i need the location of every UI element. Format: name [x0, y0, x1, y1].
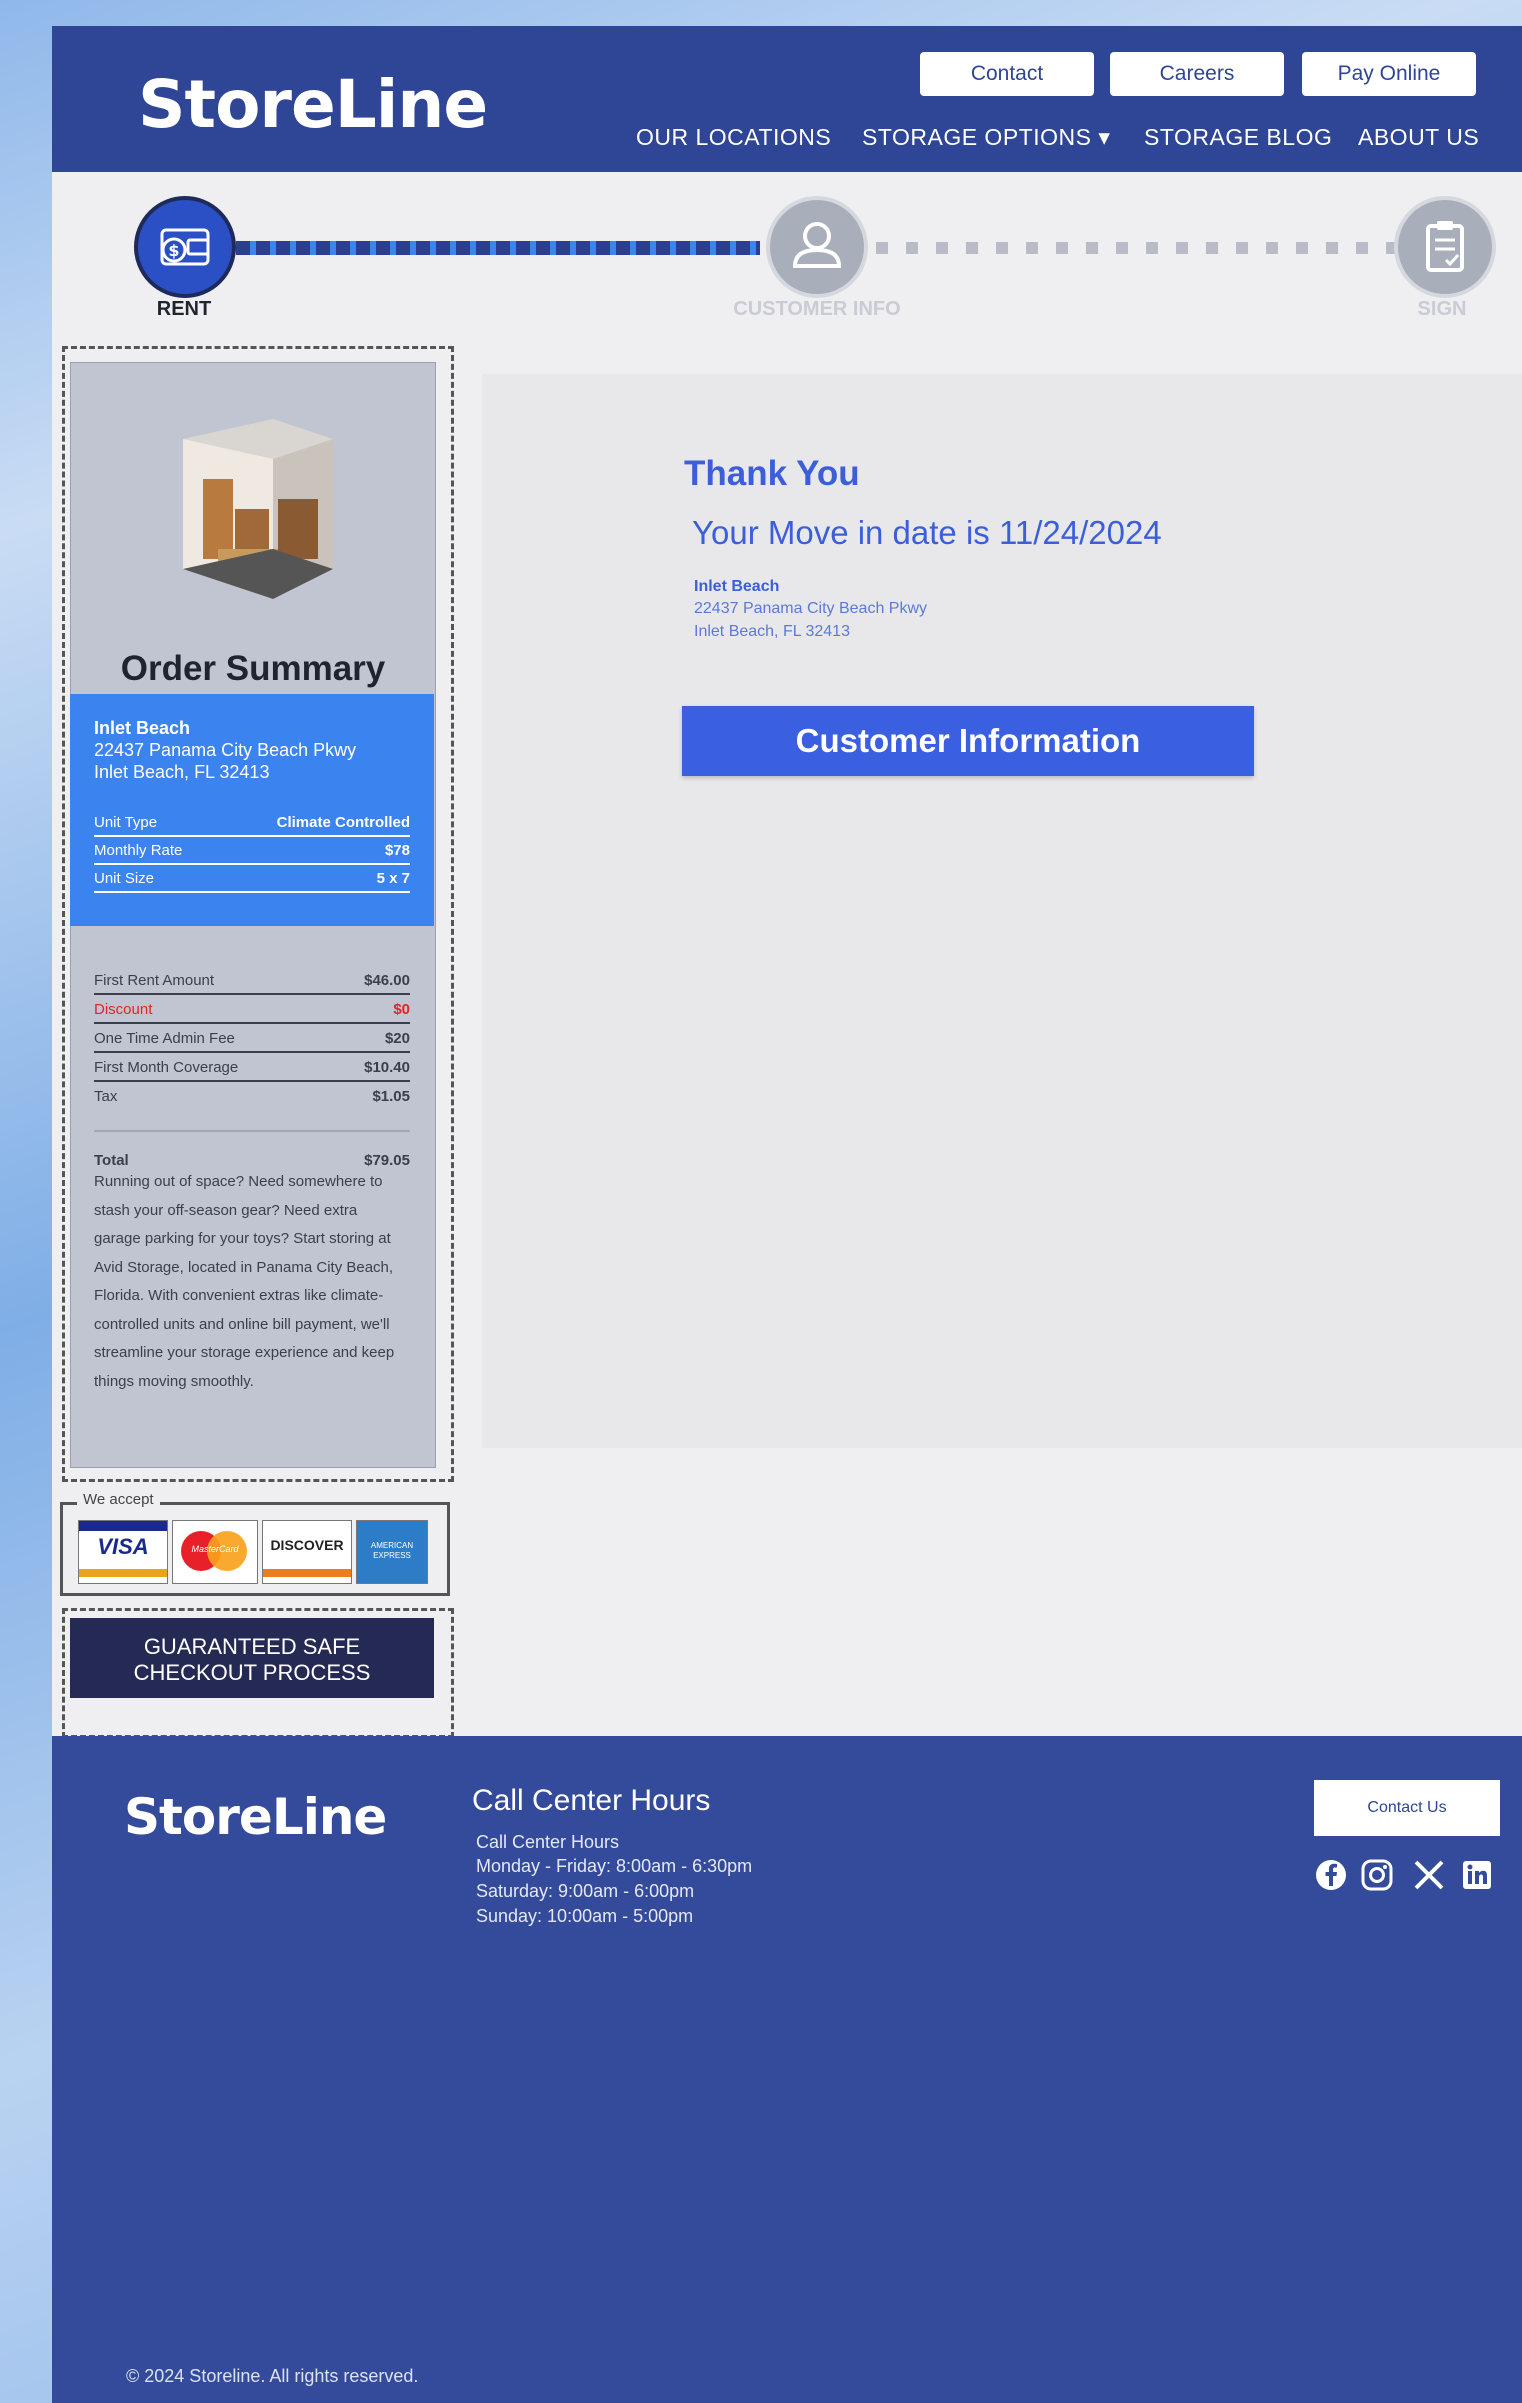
customer-information-button[interactable]: Customer Information: [682, 706, 1254, 776]
total-label: Total: [94, 1152, 129, 1169]
we-accept-label: We accept: [77, 1491, 160, 1508]
instagram-icon[interactable]: [1360, 1858, 1394, 1892]
total-value: $79.05: [364, 1152, 410, 1169]
fee-row: First Month Coverage $10.40: [94, 1059, 410, 1082]
hours-line: Saturday: 9:00am - 6:00pm: [476, 1881, 695, 1901]
user-icon: [792, 222, 842, 268]
monthly-rate-row: Monthly Rate $78: [94, 842, 410, 865]
fee-value: $46.00: [364, 972, 410, 989]
careers-button[interactable]: Careers: [1110, 52, 1284, 96]
visa-card-icon: VISA: [78, 1520, 168, 1584]
discover-label: DISCOVER: [270, 1537, 344, 1553]
fee-label: Tax: [94, 1088, 118, 1105]
clipboard-icon: [1426, 221, 1464, 272]
mastercard-label: MasterCard: [191, 1544, 239, 1554]
confirm-address-line1: 22437 Panama City Beach Pkwy: [694, 600, 928, 617]
confirm-location-name: Inlet Beach: [694, 578, 780, 595]
pay-online-button[interactable]: Pay Online: [1302, 52, 1476, 96]
confirm-address-line2: Inlet Beach, FL 32413: [694, 623, 850, 640]
summary-address-line2: Inlet Beach, FL 32413: [94, 762, 270, 782]
x-icon[interactable]: [1412, 1858, 1446, 1892]
total-divider: [94, 1130, 410, 1132]
unit-type-value: Climate Controlled: [276, 814, 410, 831]
amex-card-icon: AMERICAN EXPRESS: [356, 1520, 428, 1584]
step-progress-pending: [876, 242, 1436, 254]
discover-card-icon: DISCOVER: [262, 1520, 352, 1584]
unit-type-row: Unit Type Climate Controlled: [94, 814, 410, 837]
facebook-icon[interactable]: [1314, 1858, 1348, 1892]
summary-location-name: Inlet Beach: [94, 718, 191, 738]
site-logo[interactable]: StoreLine: [138, 66, 488, 143]
unit-size-label: Unit Size: [94, 870, 155, 887]
fee-value: $10.40: [364, 1059, 410, 1076]
fee-value: $20: [384, 1030, 410, 1047]
unit-size-value: 5 x 7: [376, 870, 410, 887]
step-sign: [1394, 196, 1496, 298]
unit-details-box: Inlet Beach 22437 Panama City Beach Pkwy…: [70, 694, 434, 926]
site-footer: StoreLine Call Center Hours Call Center …: [52, 1736, 1522, 2403]
page-frame: StoreLine Contact Careers Pay Online OUR…: [52, 26, 1522, 2403]
fee-value: $1.05: [372, 1088, 410, 1105]
monthly-rate-value: $78: [384, 842, 410, 859]
order-summary-title: Order Summary: [120, 649, 386, 688]
hours-line: Sunday: 10:00am - 5:00pm: [476, 1906, 694, 1926]
nav-our-locations[interactable]: OUR LOCATIONS: [636, 124, 831, 151]
hours-line: Monday - Friday: 8:00am - 6:30pm: [476, 1856, 753, 1876]
visa-label: VISA: [97, 1534, 149, 1559]
copyright-text: © 2024 Storeline. All rights reserved.: [126, 2366, 419, 2386]
fee-row: Tax $1.05: [94, 1088, 410, 1109]
footer-logo[interactable]: StoreLine: [124, 1788, 387, 1846]
safe-checkout-line1: GUARANTEED SAFE: [143, 1634, 361, 1659]
site-header: StoreLine Contact Careers Pay Online OUR…: [52, 26, 1522, 172]
footer-contact-button[interactable]: Contact Us: [1314, 1780, 1500, 1836]
fee-label: First Month Coverage: [94, 1059, 239, 1076]
step-progress-complete: [236, 241, 760, 255]
step-rent: $: [134, 196, 236, 298]
safe-checkout-badge: GUARANTEED SAFE CHECKOUT PROCESS: [70, 1618, 434, 1698]
linkedin-icon[interactable]: [1460, 1858, 1494, 1892]
nav-storage-options[interactable]: STORAGE OPTIONS ▾: [862, 124, 1110, 151]
fee-label: First Rent Amount: [94, 972, 215, 989]
svg-text:$: $: [168, 241, 179, 260]
unit-type-label: Unit Type: [94, 814, 158, 831]
location-description: Running out of space? Need somewhere to …: [94, 1173, 395, 1390]
step-label-rent: RENT: [156, 298, 212, 320]
fee-value: $0: [393, 1001, 410, 1018]
monthly-rate-label: Monthly Rate: [94, 842, 183, 859]
fee-row: One Time Admin Fee $20: [94, 1030, 410, 1053]
nav-storage-blog[interactable]: STORAGE BLOG: [1144, 124, 1332, 151]
step-label-sign: SIGN: [1417, 298, 1467, 320]
fee-row: First Rent Amount $46.00: [94, 972, 410, 995]
contact-button[interactable]: Contact: [920, 52, 1094, 96]
thank-you-heading: Thank You: [684, 454, 860, 493]
amex-label: AMERICAN EXPRESS: [370, 1541, 414, 1560]
call-center-title: Call Center Hours: [472, 1784, 711, 1817]
summary-address-line1: 22437 Panama City Beach Pkwy: [94, 740, 357, 760]
fee-label: Discount: [94, 1001, 153, 1018]
step-label-customer-info: CUSTOMER INFO: [733, 298, 901, 320]
safe-checkout-line2: CHECKOUT PROCESS: [133, 1660, 371, 1685]
fee-label: One Time Admin Fee: [94, 1030, 235, 1047]
nav-about-us[interactable]: ABOUT US: [1358, 124, 1479, 151]
wallet-icon: $: [160, 228, 210, 266]
step-customer-info: [766, 196, 868, 298]
unit-size-row: Unit Size 5 x 7: [94, 870, 410, 893]
mastercard-icon: MasterCard: [172, 1520, 258, 1584]
discount-row: Discount $0: [94, 1001, 410, 1024]
hours-line: Call Center Hours: [476, 1832, 620, 1852]
move-in-date: Your Move in date is 11/24/2024: [692, 514, 1162, 551]
storage-unit-image: [183, 419, 333, 599]
